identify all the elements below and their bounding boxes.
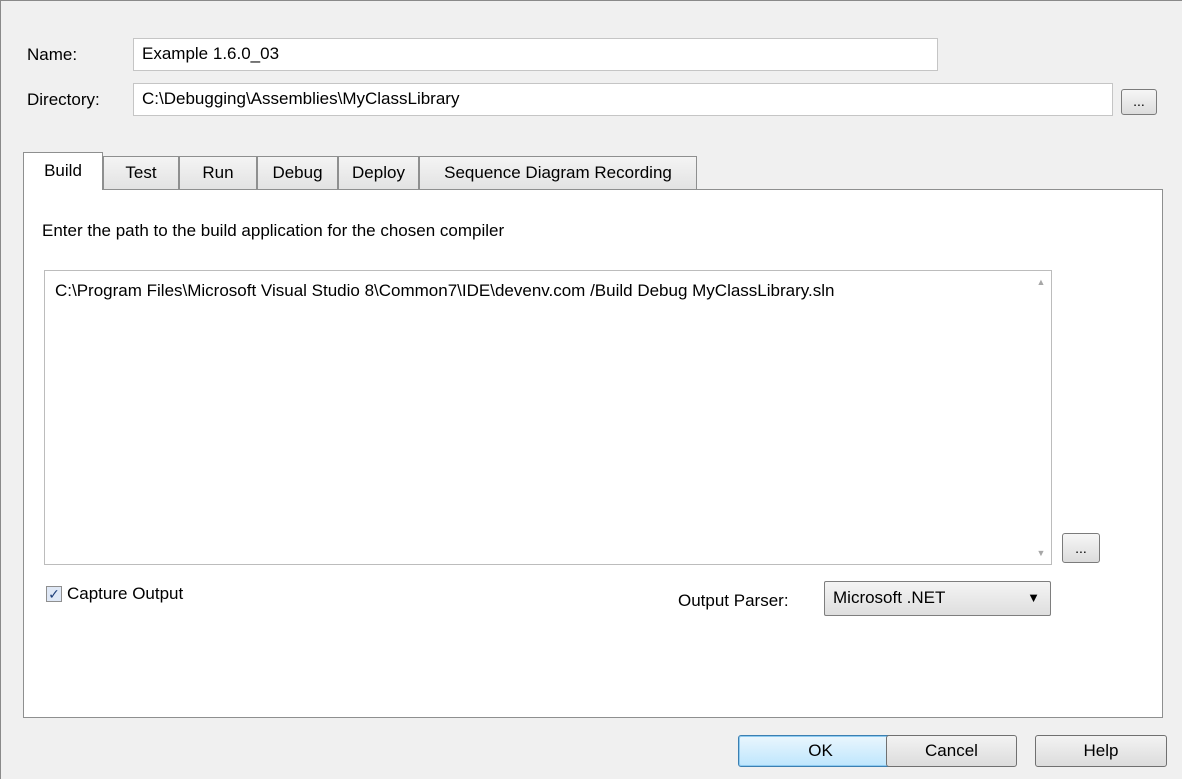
dropdown-arrow-icon: ▼ [1027, 590, 1040, 605]
directory-input[interactable]: C:\Debugging\Assemblies\MyClassLibrary [133, 83, 1113, 116]
capture-output-label: Capture Output [67, 584, 184, 603]
tab-deploy[interactable]: Deploy [338, 156, 419, 190]
output-parser-value: Microsoft .NET [833, 588, 946, 607]
scroll-down-arrow-icon[interactable]: ▼ [1031, 548, 1051, 558]
build-settings-dialog: Name: Example 1.6.0_03 Directory: C:\Deb… [0, 0, 1182, 779]
output-parser-label: Output Parser: [678, 591, 789, 610]
build-command-browse-button[interactable]: ... [1062, 533, 1100, 563]
build-instruction: Enter the path to the build application … [42, 221, 505, 240]
directory-label: Directory: [27, 90, 100, 109]
tab-run[interactable]: Run [179, 156, 257, 190]
help-button[interactable]: Help [1035, 735, 1167, 767]
cancel-button[interactable]: Cancel [886, 735, 1017, 767]
tab-debug[interactable]: Debug [257, 156, 338, 190]
name-label: Name: [27, 45, 78, 64]
output-parser-select[interactable]: Microsoft .NET ▼ [824, 581, 1051, 616]
capture-output-checkbox[interactable]: ✓ [46, 586, 62, 602]
directory-browse-button[interactable]: ... [1121, 89, 1157, 115]
tab-build[interactable]: Build [23, 152, 103, 190]
scroll-up-arrow-icon[interactable]: ▲ [1031, 277, 1051, 287]
tab-sequence-diagram-recording[interactable]: Sequence Diagram Recording [419, 156, 697, 190]
ok-button[interactable]: OK [738, 735, 903, 767]
name-input[interactable]: Example 1.6.0_03 [133, 38, 938, 71]
build-command-textarea[interactable]: C:\Program Files\Microsoft Visual Studio… [44, 270, 1052, 565]
checkmark-icon: ✓ [48, 586, 60, 602]
tab-test[interactable]: Test [103, 156, 179, 190]
textarea-scrollbar[interactable]: ▲ ▼ [1031, 271, 1051, 564]
build-tab-panel: Enter the path to the build application … [23, 189, 1163, 718]
build-command-text: C:\Program Files\Microsoft Visual Studio… [55, 281, 835, 300]
